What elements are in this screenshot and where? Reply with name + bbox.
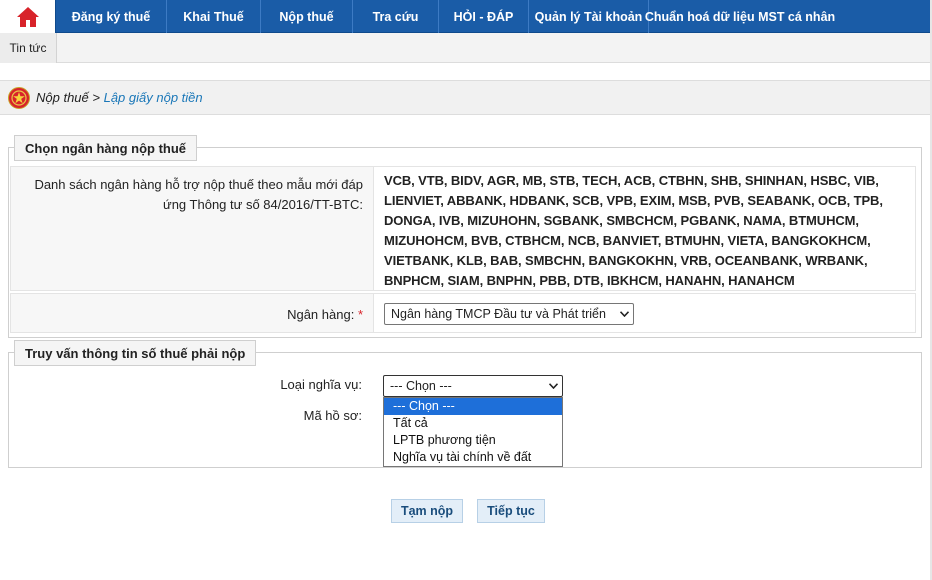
save-draft-button[interactable]: Tạm nộp bbox=[391, 499, 463, 523]
query-section-legend: Truy vấn thông tin số thuế phải nộp bbox=[14, 340, 257, 366]
nav-nop-thue[interactable]: Nộp thuế bbox=[261, 0, 353, 33]
bank-select[interactable]: Ngân hàng TMCP Đầu tư và Phát triển bbox=[384, 303, 634, 325]
top-navigation: Đăng ký thuế Khai Thuế Nộp thuế Tra cứu … bbox=[0, 0, 930, 33]
nav-dang-ky-thue[interactable]: Đăng ký thuế bbox=[56, 0, 167, 33]
chevron-down-icon bbox=[549, 383, 558, 389]
bank-list-row: Danh sách ngân hàng hỗ trợ nộp thuế theo… bbox=[10, 166, 916, 291]
breadcrumb-parent[interactable]: Nộp thuế bbox=[36, 90, 89, 105]
bank-label: Ngân hàng: bbox=[287, 307, 355, 322]
sub-navigation: Tin tức bbox=[0, 33, 932, 63]
option-tat-ca[interactable]: Tất cả bbox=[384, 415, 562, 432]
continue-button[interactable]: Tiếp tục bbox=[477, 499, 545, 523]
nav-hoi-dap[interactable]: HỎI - ĐÁP bbox=[439, 0, 529, 33]
nav-chuan-hoa-mst[interactable]: Chuẩn hoá dữ liệu MST cá nhân bbox=[645, 0, 835, 33]
obligation-select[interactable]: --- Chọn --- bbox=[383, 375, 563, 397]
dossier-label: Mã hồ sơ: bbox=[303, 408, 362, 423]
breadcrumb-current: Lập giấy nộp tiền bbox=[103, 90, 203, 105]
breadcrumb-separator: > bbox=[88, 90, 104, 105]
breadcrumb: Nộp thuế > Lập giấy nộp tiền bbox=[0, 80, 932, 115]
obligation-label: Loại nghĩa vụ: bbox=[280, 377, 362, 392]
home-icon bbox=[16, 6, 39, 27]
subnav-tin-tuc[interactable]: Tin tức bbox=[0, 33, 57, 63]
nav-quan-ly-tai-khoan[interactable]: Quản lý Tài khoản bbox=[529, 0, 649, 33]
option-lptb-phuong-tien[interactable]: LPTB phương tiện bbox=[384, 432, 562, 449]
option-chon[interactable]: --- Chọn --- bbox=[384, 398, 562, 415]
bank-list: VCB, VTB, BIDV, AGR, MB, STB, TECH, ACB,… bbox=[384, 173, 883, 288]
option-nghia-vu-tai-chinh-dat[interactable]: Nghĩa vụ tài chính về đất bbox=[384, 449, 562, 466]
obligation-dropdown-list: --- Chọn --- Tất cả LPTB phương tiện Ngh… bbox=[383, 397, 563, 467]
bank-select-value: Ngân hàng TMCP Đầu tư và Phát triển bbox=[391, 307, 606, 321]
nav-khai-thue[interactable]: Khai Thuế bbox=[167, 0, 261, 33]
required-mark: * bbox=[357, 307, 363, 322]
obligation-select-value: --- Chọn --- bbox=[390, 379, 452, 393]
national-emblem-icon bbox=[8, 86, 30, 109]
home-button[interactable] bbox=[0, 0, 56, 33]
nav-tra-cuu[interactable]: Tra cứu bbox=[353, 0, 439, 33]
bank-list-label: Danh sách ngân hàng hỗ trợ nộp thuế theo… bbox=[11, 167, 374, 290]
chevron-down-icon bbox=[620, 311, 629, 317]
bank-section-legend: Chọn ngân hàng nộp thuế bbox=[14, 135, 198, 161]
